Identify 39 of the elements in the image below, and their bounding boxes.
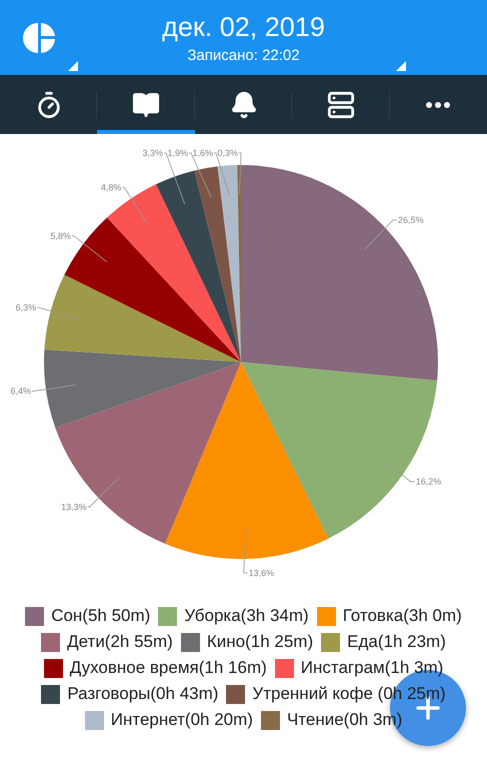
legend-label: Интернет(0h 20m) — [110, 710, 253, 730]
legend-label: Еда(1h 23m) — [347, 632, 446, 652]
percent-label: 6,4% — [10, 386, 32, 396]
list-icon — [326, 90, 355, 118]
legend-label: Готовка(3h 0m) — [342, 606, 462, 626]
legend-label: Разговоры(0h 43m) — [67, 684, 218, 704]
legend-label: Духовное время(1h 16m) — [70, 658, 267, 678]
legend-label: Кино(1h 25m) — [206, 632, 314, 652]
more-icon — [426, 102, 450, 108]
leader-line — [243, 528, 248, 574]
percent-label: 13,6% — [248, 568, 274, 578]
leader-line — [36, 307, 80, 320]
percent-label: 5,8% — [50, 230, 71, 241]
leader-line — [32, 384, 76, 392]
leader-line — [122, 187, 148, 224]
percent-label: 1,6% — [192, 148, 213, 158]
date-title[interactable]: дек. 02, 2019 — [162, 12, 325, 42]
percent-label: 13,3% — [61, 502, 87, 512]
legend-label: Уборка(3h 34m) — [184, 606, 309, 626]
percent-label: 16,2% — [416, 476, 442, 487]
percent-label: 0,3% — [218, 148, 238, 158]
dropdown-corner-icon[interactable] — [396, 61, 406, 71]
book-icon — [132, 90, 160, 118]
percent-label: 1,9% — [168, 148, 188, 158]
leader-line — [364, 220, 398, 250]
leader-line — [238, 152, 242, 195]
leader-line — [71, 235, 108, 262]
percent-label: 3,3% — [142, 148, 163, 158]
bell-icon — [230, 90, 258, 118]
legend-label: Дети(2h 55m) — [67, 632, 173, 652]
recorded-time: Записано: 22:02 — [187, 46, 300, 64]
percent-label: 4,8% — [100, 182, 122, 192]
dropdown-corner-icon[interactable] — [68, 61, 78, 71]
leader-line — [378, 456, 416, 482]
percent-label: 6,3% — [16, 302, 36, 313]
leader-line — [87, 476, 120, 508]
percent-label: 26,5% — [398, 215, 424, 225]
legend-label: Сон(5h 50m) — [51, 606, 150, 626]
pie-chart-icon — [23, 20, 57, 54]
